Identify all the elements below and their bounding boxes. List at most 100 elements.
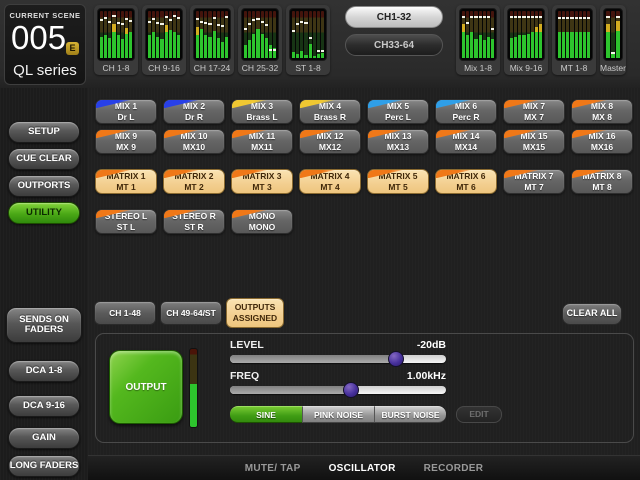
sidebar-button-outports[interactable]: OUTPORTS [8, 175, 80, 197]
channel-button-mix-5[interactable]: MIX 5Perc L [367, 99, 429, 124]
meter-yellow-fill [539, 24, 542, 32]
channel-button-matrix-7[interactable]: MATRIX 7MT 7 [503, 169, 565, 194]
meter-green-fill [321, 53, 324, 58]
channel-button-matrix-6[interactable]: MATRIX 6MT 6 [435, 169, 497, 194]
channel-button-mix-4[interactable]: MIX 4Brass R [299, 99, 361, 124]
st-1-8-meter-group[interactable]: ST 1-8 [286, 5, 330, 75]
channel-button-mix-6[interactable]: MIX 6Perc R [435, 99, 497, 124]
meter-peak-tick [225, 16, 228, 18]
meter-yellow-fill [616, 21, 620, 30]
channel-button-mix-8[interactable]: MIX 8MX 8 [571, 99, 633, 124]
channel-button-mix-9[interactable]: MIX 9MX 9 [95, 129, 157, 154]
channel-tag: MX 9 [116, 142, 136, 153]
channel-button-mix-13[interactable]: MIX 13MX13 [367, 129, 429, 154]
sidebar-button-long-faders[interactable]: LONG FADERS [8, 455, 80, 477]
mix-1-8-meter-group[interactable]: Mix 1-8 [456, 5, 500, 75]
meter-green-fill [300, 51, 303, 58]
sidebar-button-setup[interactable]: SETUP [8, 121, 80, 143]
channel-button-stereo-l[interactable]: STEREO LST L [95, 209, 157, 234]
sidebar-button-dca-1-8[interactable]: DCA 1-8 [8, 360, 80, 382]
channel-button-stereo-r[interactable]: STEREO RST R [163, 209, 225, 234]
oscillator-output-button[interactable]: OUTPUT [109, 350, 183, 424]
mix-9-16-meter-group[interactable]: Mix 9-16 [504, 5, 548, 75]
oscillator-mode-burst-noise[interactable]: BURST NOISE [374, 406, 446, 423]
ch-25-32-meter-group[interactable]: CH 25-32 [238, 5, 282, 75]
meter-peak-tick [483, 16, 486, 18]
meter-peak-tick [535, 16, 538, 18]
sidebar-button-sends-on-faders[interactable]: SENDS ON FADERS [6, 307, 82, 343]
oscillator-mode-sine[interactable]: SINE [230, 406, 302, 423]
channel-button-mix-14[interactable]: MIX 14MX14 [435, 129, 497, 154]
meter-peak-tick [616, 16, 620, 18]
mix-9-16-bar-8 [539, 11, 542, 58]
meter-green-fill [535, 32, 538, 58]
meter-green-fill [575, 32, 578, 58]
st-1-8-meter-label: ST 1-8 [286, 61, 330, 75]
meter-green-fill [616, 31, 620, 58]
sidebar-button-dca-9-16[interactable]: DCA 9-16 [8, 395, 80, 417]
meter-yellow-fill [462, 24, 465, 32]
ch-1-8-meter-group[interactable]: CH 1-8 [94, 5, 138, 75]
oscillator-edit-button[interactable]: EDIT [456, 406, 502, 423]
channel-button-mix-10[interactable]: MIX 10MX10 [163, 129, 225, 154]
channel-tag: MT 2 [184, 182, 203, 193]
master-meter-group[interactable]: Master [600, 5, 626, 75]
channel-button-matrix-4[interactable]: MATRIX 4MT 4 [299, 169, 361, 194]
console-model-label: QL series [5, 62, 85, 79]
ch-17-24-bar-3 [204, 11, 207, 58]
meter-peak-tick [317, 50, 320, 52]
channel-button-mono[interactable]: MONOMONO [231, 209, 293, 234]
ch-17-24-bar-6 [217, 11, 220, 58]
channel-button-matrix-8[interactable]: MATRIX 8MT 8 [571, 169, 633, 194]
meter-peak-tick [566, 17, 569, 19]
scene-number: 005 [11, 19, 66, 57]
level-slider-knob[interactable] [388, 351, 404, 367]
ch-1-8-bar-1 [100, 11, 103, 58]
sidebar-button-cue-clear[interactable]: CUE CLEAR [8, 148, 80, 170]
channel-button-matrix-1[interactable]: MATRIX 1MT 1 [95, 169, 157, 194]
channel-tag: MX11 [251, 142, 273, 153]
freq-slider[interactable] [230, 386, 446, 394]
meter-peak-tick [108, 21, 111, 23]
oscillator-mode-pink-noise[interactable]: PINK NOISE [302, 406, 374, 423]
channel-tag: MT 4 [320, 182, 339, 193]
meter-peak-tick [200, 21, 203, 23]
bank-button-ch33-64[interactable]: CH33-64 [345, 34, 443, 56]
channel-button-mix-11[interactable]: MIX 11MX11 [231, 129, 293, 154]
channel-button-matrix-3[interactable]: MATRIX 3MT 3 [231, 169, 293, 194]
ch-9-16-meter-group[interactable]: CH 9-16 [142, 5, 186, 75]
channel-button-mix-1[interactable]: MIX 1Dr L [95, 99, 157, 124]
channel-button-mix-15[interactable]: MIX 15MX15 [503, 129, 565, 154]
filter-tab-ch-49-64-st[interactable]: CH 49-64/ST [160, 301, 222, 325]
master-meter [603, 8, 623, 61]
mt-1-8-bar-5 [575, 11, 578, 58]
channel-tag: Perc L [385, 112, 411, 123]
ch-17-24-meter-group[interactable]: CH 17-24 [190, 5, 234, 75]
sidebar-button-gain[interactable]: GAIN [8, 427, 80, 449]
oscillator-level-meter [189, 348, 198, 428]
meter-peak-tick [177, 17, 180, 19]
channel-button-mix-12[interactable]: MIX 12MX12 [299, 129, 361, 154]
meter-green-fill [265, 38, 268, 58]
bottom-tab-mute-tap[interactable]: MUTE/ TAP [245, 463, 301, 474]
channel-button-matrix-5[interactable]: MATRIX 5MT 5 [367, 169, 429, 194]
bank-button-ch1-32[interactable]: CH1-32 [345, 6, 443, 28]
freq-slider-knob[interactable] [343, 382, 359, 398]
current-scene-panel[interactable]: CURRENT SCENE 005 E QL series [4, 4, 86, 85]
channel-button-mix-2[interactable]: MIX 2Dr R [163, 99, 225, 124]
channel-button-mix-16[interactable]: MIX 16MX16 [571, 129, 633, 154]
channel-button-mix-3[interactable]: MIX 3Brass L [231, 99, 293, 124]
mt-1-8-meter-group[interactable]: MT 1-8 [552, 5, 596, 75]
ch-17-24-bar-5 [213, 11, 216, 58]
bottom-tab-oscillator[interactable]: OSCILLATOR [329, 463, 396, 474]
level-slider[interactable] [230, 355, 446, 363]
sidebar-button-utility[interactable]: UTILITY [8, 202, 80, 224]
channel-button-matrix-2[interactable]: MATRIX 2MT 2 [163, 169, 225, 194]
filter-tab-outputs-assigned[interactable]: OUTPUTS ASSIGNED [226, 298, 284, 328]
filter-tab-ch-1-48[interactable]: CH 1-48 [94, 301, 156, 325]
st-1-8-bar-4 [304, 11, 307, 58]
bottom-tab-recorder[interactable]: RECORDER [424, 463, 484, 474]
channel-button-mix-7[interactable]: MIX 7MX 7 [503, 99, 565, 124]
clear-all-button[interactable]: CLEAR ALL [562, 303, 622, 325]
meter-peak-tick [558, 17, 561, 19]
